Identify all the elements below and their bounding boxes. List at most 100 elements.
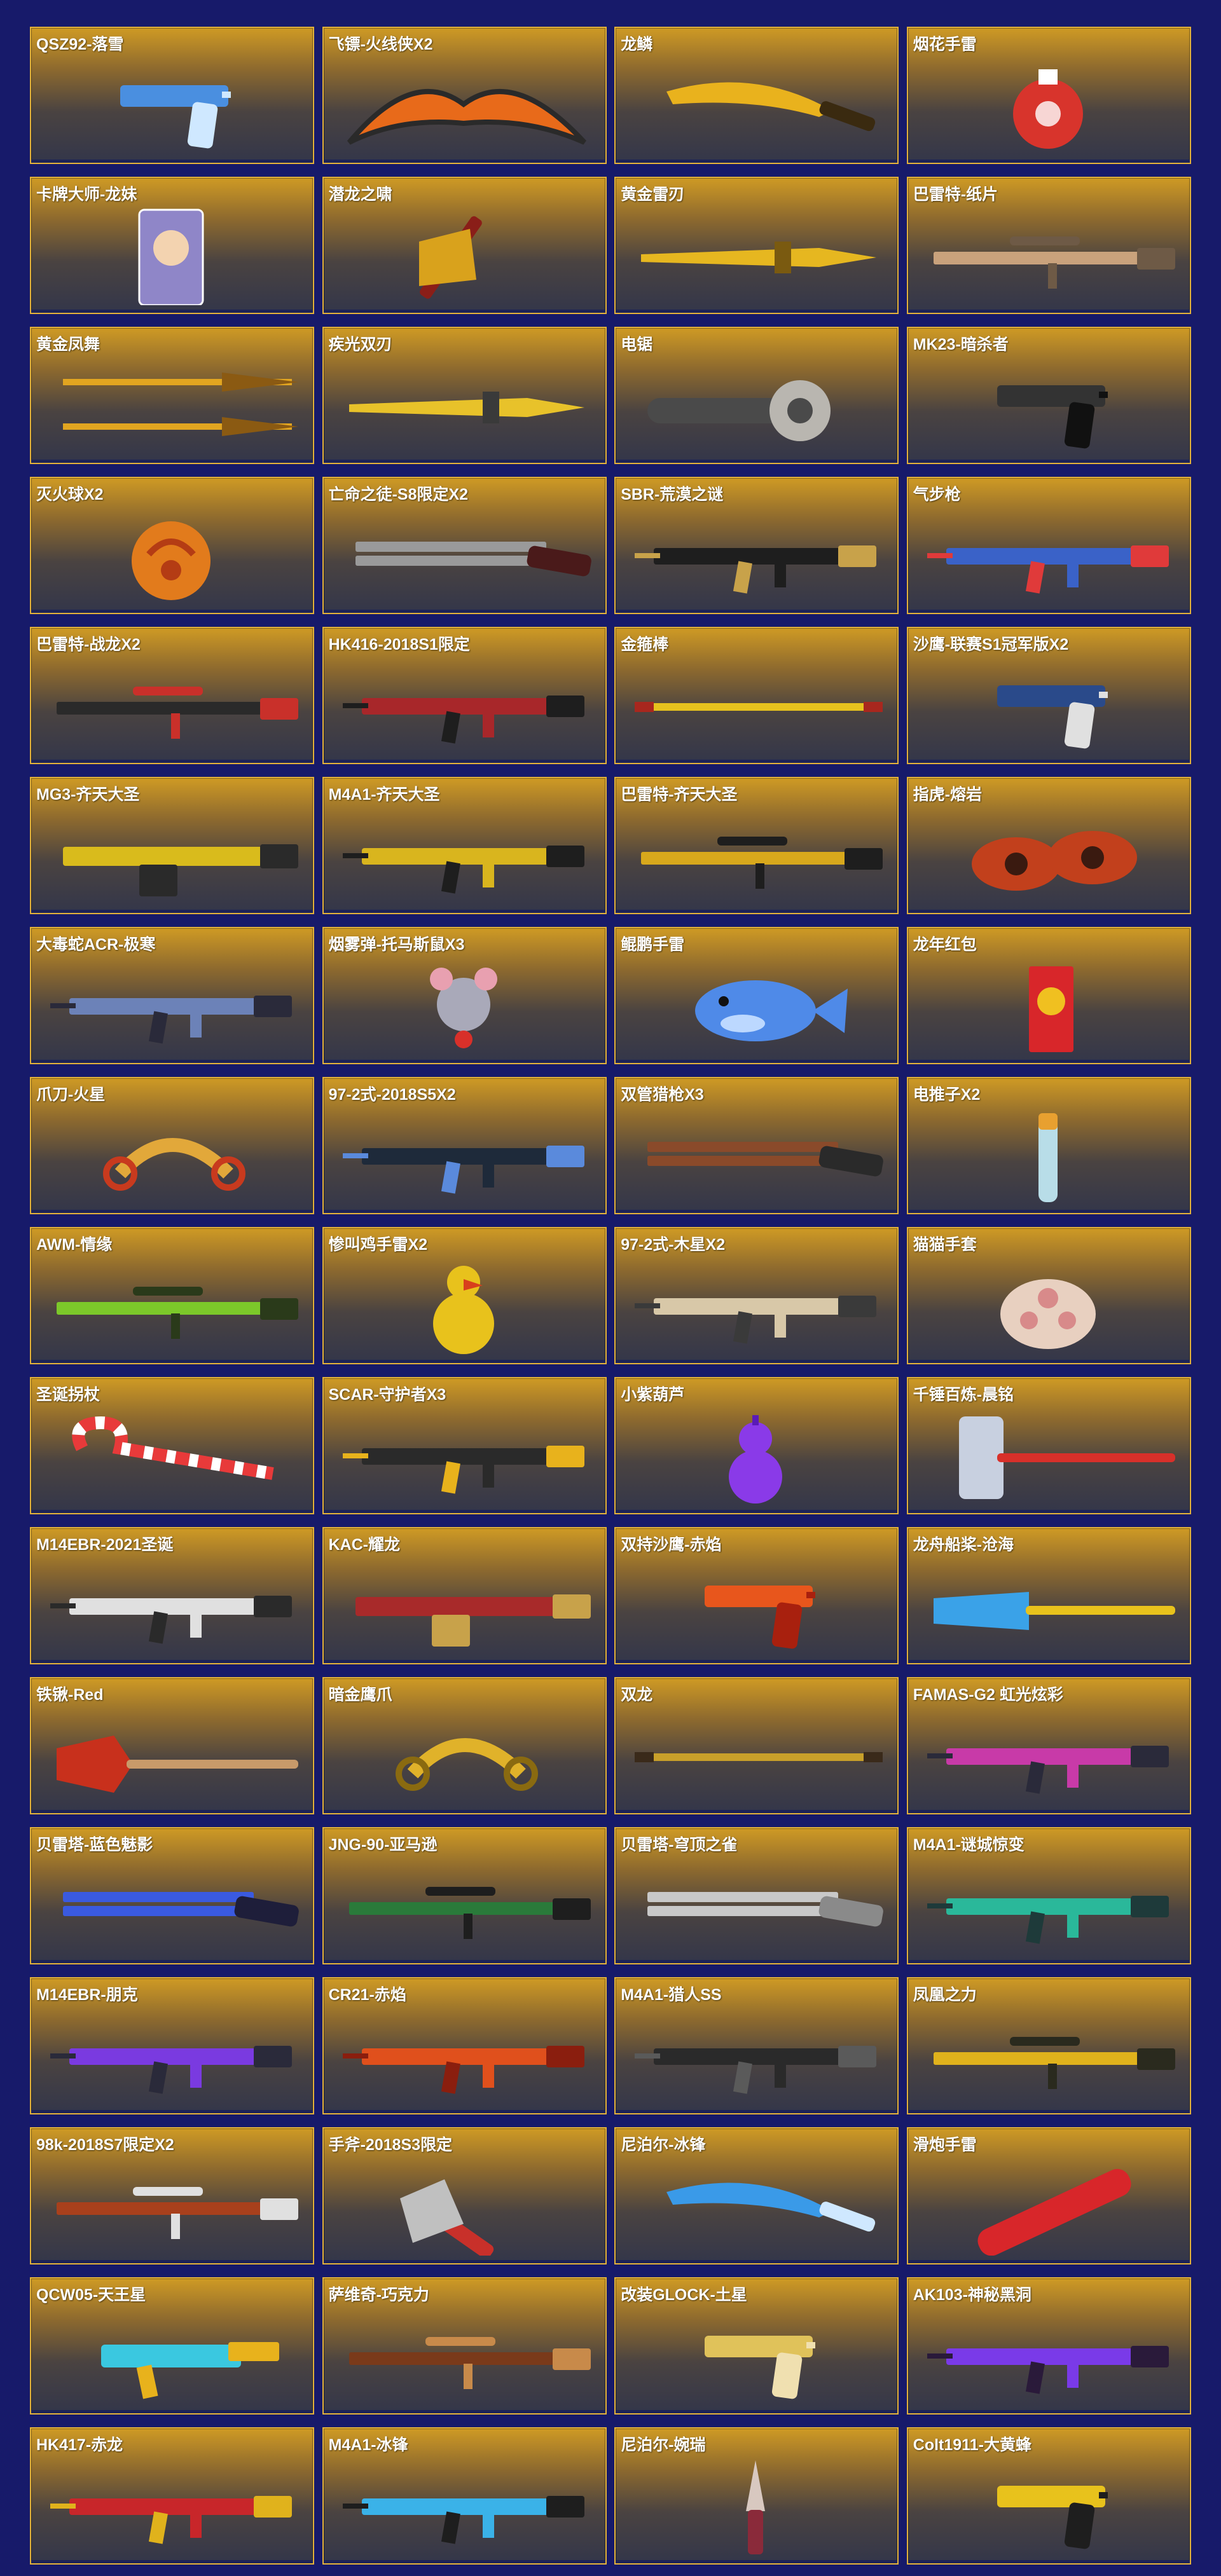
weapon-card[interactable]: 潜龙之啸 <box>322 177 607 314</box>
weapon-card[interactable]: 沙鹰-联赛S1冠军版X2 <box>906 627 1191 764</box>
weapon-card[interactable]: AK103-神秘黑洞 <box>906 2277 1191 2415</box>
weapon-image <box>933 236 1175 289</box>
weapon-card[interactable]: M4A1-齐天大圣 <box>322 777 607 914</box>
weapon-card[interactable]: 爪刀-火星 <box>30 1077 314 1214</box>
weapon-card[interactable]: MG3-齐天大圣 <box>30 777 314 914</box>
weapon-image <box>997 685 1108 749</box>
weapon-image <box>927 545 1169 594</box>
weapon-card[interactable]: HK417-赤龙 <box>30 2427 314 2565</box>
weapon-card[interactable]: 千锤百炼-晨铭 <box>906 1377 1191 1514</box>
weapon-name: 卡牌大师-龙妹 <box>36 186 137 203</box>
weapon-card[interactable]: M14EBR-朋克 <box>30 1977 314 2114</box>
weapon-card[interactable]: Colt1911-大黄蜂 <box>906 2427 1191 2565</box>
weapon-card[interactable]: 巴雷特-战龙X2 <box>30 627 314 764</box>
weapon-card[interactable]: M4A1-猎人SS <box>614 1977 899 2114</box>
weapon-card[interactable]: 鲲鹏手雷 <box>614 927 899 1064</box>
weapon-card[interactable]: 金箍棒 <box>614 627 899 764</box>
weapon-card[interactable]: 龙年红包 <box>906 927 1191 1064</box>
weapon-name: 爪刀-火星 <box>36 1086 106 1104</box>
weapon-card[interactable]: MK23-暗杀者 <box>906 327 1191 464</box>
weapon-card[interactable]: 亡命之徒-S8限定X2 <box>322 477 607 614</box>
weapon-name: M14EBR-2021圣诞 <box>36 1536 174 1554</box>
weapon-image <box>635 545 877 594</box>
weapon-card[interactable]: 巴雷特-齐天大圣 <box>614 777 899 914</box>
weapon-card[interactable]: 小紫葫芦 <box>614 1377 899 1514</box>
weapon-image <box>933 2037 1175 2089</box>
weapon-name: 黄金凤舞 <box>36 336 100 353</box>
weapon-card[interactable]: 电推子X2 <box>906 1077 1191 1214</box>
weapon-card[interactable]: CR21-赤焰 <box>322 1977 607 2114</box>
weapon-card[interactable]: 卡牌大师-龙妹 <box>30 177 314 314</box>
weapon-card[interactable]: AWM-情缘 <box>30 1227 314 1364</box>
weapon-image <box>695 980 848 1041</box>
weapon-card[interactable]: QCW05-天王星 <box>30 2277 314 2415</box>
weapon-name: KAC-耀龙 <box>328 1536 401 1554</box>
weapon-image <box>50 2046 292 2094</box>
weapon-card[interactable]: 黄金凤舞 <box>30 327 314 464</box>
weapon-image <box>705 2336 816 2399</box>
weapon-card[interactable]: 98k-2018S7限定X2 <box>30 2127 314 2264</box>
weapon-name: 鲲鹏手雷 <box>621 936 685 954</box>
weapon-card[interactable]: 暗金鹰爪 <box>322 1677 607 1814</box>
weapon-card[interactable]: 改装GLOCK-土星 <box>614 2277 899 2415</box>
weapon-card[interactable]: 龙舟船桨-沧海 <box>906 1527 1191 1664</box>
weapon-card[interactable]: 双管猎枪X3 <box>614 1077 899 1214</box>
weapon-name: 烟花手雷 <box>913 36 977 53</box>
weapon-card[interactable]: 97-2式-2018S5X2 <box>322 1077 607 1214</box>
weapon-name: 双持沙鹰-赤焰 <box>621 1536 722 1554</box>
weapon-name: M4A1-冰锋 <box>328 2436 408 2454</box>
weapon-card[interactable]: JNG-90-亚马逊 <box>322 1827 607 1964</box>
weapon-card[interactable]: 滑炮手雷 <box>906 2127 1191 2264</box>
weapon-card[interactable]: 萨维奇-巧克力 <box>322 2277 607 2415</box>
weapon-name: 巴雷特-战龙X2 <box>36 636 141 654</box>
weapon-image <box>635 1752 883 1762</box>
weapon-card[interactable]: KAC-耀龙 <box>322 1527 607 1664</box>
weapon-card[interactable]: 尼泊尔-婉瑞 <box>614 2427 899 2565</box>
weapon-name: 97-2式-2018S5X2 <box>328 1086 456 1104</box>
weapon-card[interactable]: 龙鳞 <box>614 27 899 164</box>
weapon-card[interactable]: 电锯 <box>614 327 899 464</box>
weapon-name: 巴雷特-齐天大圣 <box>621 786 738 804</box>
weapon-card[interactable]: 气步枪 <box>906 477 1191 614</box>
weapon-card[interactable]: 灭火球X2 <box>30 477 314 614</box>
weapon-image <box>641 837 883 889</box>
weapon-name: 电推子X2 <box>913 1086 981 1104</box>
weapon-name: 凤凰之力 <box>913 1986 977 2004</box>
weapon-card[interactable]: M14EBR-2021圣诞 <box>30 1527 314 1664</box>
weapon-card[interactable]: 惨叫鸡手雷X2 <box>322 1227 607 1364</box>
weapon-card[interactable]: 巴雷特-纸片 <box>906 177 1191 314</box>
weapon-card[interactable]: M4A1-谜城惊变 <box>906 1827 1191 1964</box>
weapon-card[interactable]: 飞镖-火线侠X2 <box>322 27 607 164</box>
weapon-image <box>63 373 298 436</box>
weapon-card[interactable]: 双持沙鹰-赤焰 <box>614 1527 899 1664</box>
weapon-card[interactable]: 贝雷塔-蓝色魅影 <box>30 1827 314 1964</box>
weapon-card[interactable]: QSZ92-落雪 <box>30 27 314 164</box>
weapon-card[interactable]: 指虎-熔岩 <box>906 777 1191 914</box>
weapon-card[interactable]: SBR-荒漠之谜 <box>614 477 899 614</box>
weapon-name: 铁锹-Red <box>36 1686 104 1704</box>
weapon-card[interactable]: HK416-2018S1限定 <box>322 627 607 764</box>
weapon-card[interactable]: 烟花手雷 <box>906 27 1191 164</box>
weapon-name: 猫猫手套 <box>913 1236 977 1254</box>
weapon-name: HK417-赤龙 <box>36 2436 123 2454</box>
weapon-card[interactable]: 疾光双刃 <box>322 327 607 464</box>
weapon-name: 气步枪 <box>913 486 961 504</box>
weapon-card[interactable]: 尼泊尔-冰锋 <box>614 2127 899 2264</box>
weapon-card[interactable]: M4A1-冰锋 <box>322 2427 607 2565</box>
weapon-card[interactable]: 烟雾弹-托马斯鼠X3 <box>322 927 607 1064</box>
weapon-name: 龙年红包 <box>913 936 977 954</box>
weapon-card[interactable]: 凤凰之力 <box>906 1977 1191 2114</box>
weapon-card[interactable]: 贝雷塔-穹顶之雀 <box>614 1827 899 1964</box>
weapon-card[interactable]: 97-2式-木星X2 <box>614 1227 899 1364</box>
weapon-card[interactable]: 圣诞拐杖 <box>30 1377 314 1514</box>
weapon-card[interactable]: 双龙 <box>614 1677 899 1814</box>
weapon-card[interactable]: SCAR-守护者X3 <box>322 1377 607 1514</box>
weapon-image <box>342 2496 584 2544</box>
weapon-card[interactable]: 手斧-2018S3限定 <box>322 2127 607 2264</box>
weapon-card[interactable]: 大毒蛇ACR-极寒 <box>30 927 314 1064</box>
weapon-card[interactable]: 黄金雷刃 <box>614 177 899 314</box>
weapon-card[interactable]: 猫猫手套 <box>906 1227 1191 1364</box>
weapon-card[interactable]: 铁锹-Red <box>30 1677 314 1814</box>
weapon-image <box>635 2046 877 2094</box>
weapon-card[interactable]: FAMAS-G2 虹光炫彩 <box>906 1677 1191 1814</box>
